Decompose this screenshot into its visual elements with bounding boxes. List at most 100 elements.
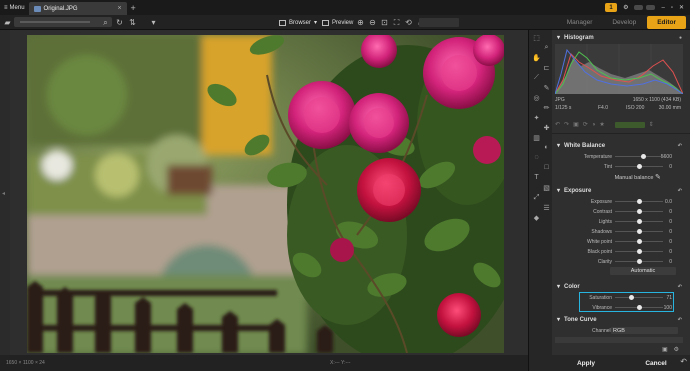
minimize-icon[interactable]: – xyxy=(661,5,664,11)
slider-white-point[interactable]: White point 0 xyxy=(552,237,686,246)
slider-knob[interactable] xyxy=(636,164,642,169)
slider-knob[interactable] xyxy=(636,249,642,254)
slider-value[interactable]: 0 xyxy=(669,249,672,255)
filter-icon[interactable]: ▾ xyxy=(148,17,159,28)
save-icon[interactable]: ▣ xyxy=(662,346,668,353)
slider-tint[interactable]: Tint 0 xyxy=(552,162,686,171)
slider-value[interactable]: 0 xyxy=(669,164,672,170)
preview-button[interactable]: Preview xyxy=(322,17,353,28)
shape-tool-icon[interactable]: □ xyxy=(542,163,551,172)
layer-tool-icon[interactable]: ☰ xyxy=(542,203,551,212)
slider-lights[interactable]: Lights 0 xyxy=(552,217,686,226)
zoom-tool-icon[interactable]: ⌕ xyxy=(542,43,551,52)
brush-tool-icon[interactable]: ✏ xyxy=(542,103,551,112)
eyedropper-icon[interactable]: ✎ xyxy=(655,173,661,181)
white-balance-header[interactable]: ▾ White Balance ↶ xyxy=(552,141,686,150)
path-input[interactable] xyxy=(14,17,112,27)
folder-icon[interactable]: ▰ xyxy=(2,17,13,28)
color-header[interactable]: ▾ Color ↶ xyxy=(552,282,686,291)
mode-develop[interactable]: Develop xyxy=(603,17,645,28)
histogram-header[interactable]: ▾ Histogram ● xyxy=(552,33,686,42)
crop-tool-icon[interactable]: ⊏ xyxy=(542,63,551,72)
new-tab-button[interactable]: + xyxy=(131,3,136,13)
exposure-header[interactable]: ▾ Exposure ↶ xyxy=(552,186,686,195)
notification-badge[interactable]: 1 xyxy=(605,3,618,12)
slider-value[interactable]: 0 xyxy=(669,259,672,265)
slider-value[interactable]: 0 xyxy=(669,209,672,215)
clone-tool-icon[interactable]: ✦ xyxy=(532,113,541,122)
close-window-icon[interactable]: ✕ xyxy=(679,4,684,11)
manual-balance-button[interactable]: Manual balance xyxy=(614,174,654,182)
slider-temperature[interactable]: Temperature 5600 xyxy=(552,152,686,161)
menu-button[interactable]: ≡ Menu xyxy=(0,0,29,15)
slider-knob[interactable] xyxy=(636,199,642,204)
zoom-select[interactable] xyxy=(419,18,459,27)
slider-knob[interactable] xyxy=(636,259,642,264)
gradient-tool-icon[interactable]: ▥ xyxy=(532,133,541,142)
hand-tool-icon[interactable]: ✋ xyxy=(532,53,541,62)
slider-value[interactable]: 0 xyxy=(669,219,672,225)
maximize-icon[interactable]: ▫ xyxy=(671,5,673,11)
fullscreen-icon[interactable]: ⛶ xyxy=(391,17,402,28)
lasso-tool-icon[interactable]: ◌ xyxy=(532,153,541,162)
tone-curve-graph[interactable] xyxy=(555,337,683,343)
mask-tool-icon[interactable]: ▧ xyxy=(542,183,551,192)
zoom-in-icon[interactable]: ⊕ xyxy=(355,17,366,28)
redeye-tool-icon[interactable]: ◎ xyxy=(532,93,541,102)
redo-icon[interactable]: ↷ xyxy=(564,121,569,128)
tone-curve-header[interactable]: ▾ Tone Curve ↶ xyxy=(552,315,686,324)
rotate-icon[interactable]: ⟲ xyxy=(403,17,414,28)
settings-icon[interactable]: ⚙ xyxy=(623,4,628,11)
search-icon[interactable]: ⌕ xyxy=(100,17,111,28)
reset-icon[interactable]: ↶ xyxy=(678,317,682,323)
reset-icon[interactable]: ↶ xyxy=(678,284,682,290)
pin-icon[interactable]: ● xyxy=(679,35,682,41)
slider-knob[interactable] xyxy=(641,154,647,159)
text-tool-icon[interactable]: T xyxy=(532,173,541,182)
slider-knob[interactable] xyxy=(636,209,642,214)
slider-value[interactable]: 0 xyxy=(669,229,672,235)
expand-icon[interactable]: ⇕ xyxy=(649,121,654,128)
slider-value[interactable]: 5600 xyxy=(661,154,672,160)
channel-select[interactable]: RGB xyxy=(611,327,678,334)
select-tool-icon[interactable]: ⬚ xyxy=(532,33,541,42)
sort-icon[interactable]: ⇅ xyxy=(127,17,138,28)
mask-icon[interactable]: ◑ xyxy=(592,122,596,128)
slider-knob[interactable] xyxy=(636,229,642,234)
green-toggle[interactable] xyxy=(614,121,645,128)
slider-black-point[interactable]: Black point 0 xyxy=(552,247,686,256)
eyedropper-tool-icon[interactable]: ✎ xyxy=(542,83,551,92)
apply-button[interactable]: Apply xyxy=(564,357,608,369)
slider-value[interactable]: 0 xyxy=(669,239,672,245)
undo-icon[interactable]: ↶ xyxy=(555,121,560,128)
cancel-button[interactable]: Cancel xyxy=(634,357,678,369)
dodge-tool-icon[interactable]: ◐ xyxy=(542,143,551,152)
heal-tool-icon[interactable]: ✚ xyxy=(542,123,551,132)
photo-roses[interactable] xyxy=(27,35,504,353)
settings-icon[interactable]: ⚙ xyxy=(674,346,679,353)
zoom-fit-icon[interactable]: ⊡ xyxy=(379,17,390,28)
slider-clarity[interactable]: Clarity 0 xyxy=(552,257,686,266)
straighten-tool-icon[interactable]: ⟋ xyxy=(532,73,541,82)
preset-icon[interactable]: ★ xyxy=(599,121,604,128)
history-icon[interactable]: ⟳ xyxy=(583,121,588,128)
close-tab-icon[interactable]: × xyxy=(117,5,121,12)
reset-icon[interactable]: ↶ xyxy=(678,143,682,149)
collapse-left-icon[interactable]: ◂ xyxy=(2,190,5,197)
transform-tool-icon[interactable]: ⤢ xyxy=(532,193,541,202)
fill-tool-icon[interactable]: ◆ xyxy=(532,213,541,222)
slider-shadows[interactable]: Shadows 0 xyxy=(552,227,686,236)
slider-knob[interactable] xyxy=(636,239,642,244)
undo-icon[interactable]: ↶ xyxy=(680,357,687,366)
mode-editor[interactable]: Editor xyxy=(647,16,686,29)
refresh-icon[interactable]: ↻ xyxy=(114,17,125,28)
slider-knob[interactable] xyxy=(636,219,642,224)
automatic-button[interactable]: Automatic xyxy=(610,267,676,275)
zoom-out-icon[interactable]: ⊖ xyxy=(367,17,378,28)
slider-contrast[interactable]: Contrast 0 xyxy=(552,207,686,216)
tab-original[interactable]: Original.JPG × xyxy=(28,2,127,15)
slider-exposure[interactable]: Exposure 0.0 xyxy=(552,197,686,206)
mode-manager[interactable]: Manager xyxy=(558,17,602,28)
reset-icon[interactable]: ↶ xyxy=(678,188,682,194)
slider-value[interactable]: 0.0 xyxy=(665,199,672,205)
